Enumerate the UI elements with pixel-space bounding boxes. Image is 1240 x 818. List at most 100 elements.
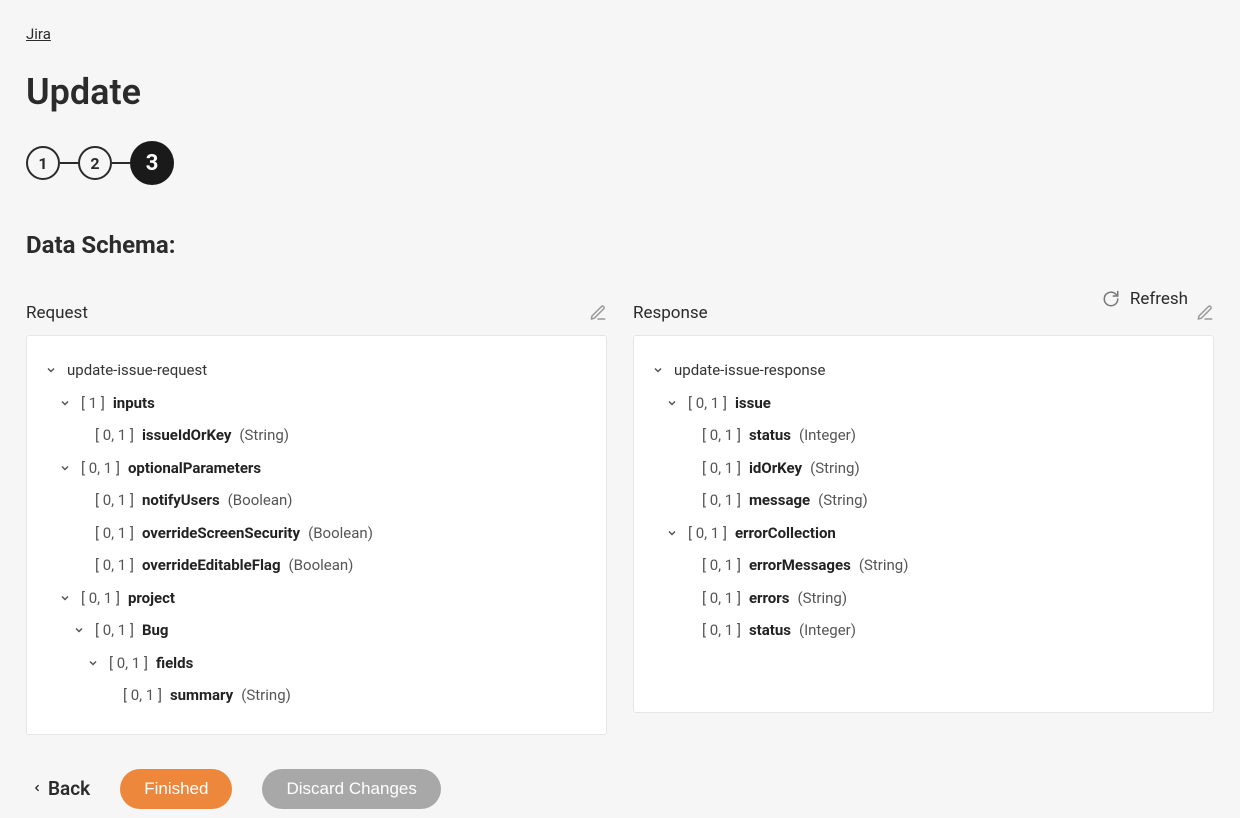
- chevron-down-icon: [59, 462, 73, 474]
- field-type: (Boolean): [308, 522, 373, 545]
- tree-node-errormessages[interactable]: [ 0, 1 ] errorMessages (String): [652, 549, 1195, 582]
- field-name: idOrKey: [749, 457, 802, 480]
- field-type: (Boolean): [289, 554, 354, 577]
- tree-label: update-issue-response: [674, 359, 825, 382]
- cardinality: [ 1 ]: [81, 392, 105, 415]
- request-header: Request: [26, 303, 88, 323]
- step-2[interactable]: 2: [78, 146, 112, 180]
- field-name: project: [128, 587, 175, 610]
- field-name: Bug: [142, 619, 169, 642]
- field-name: errors: [749, 587, 790, 610]
- field-type: (Boolean): [228, 489, 293, 512]
- tree-node-idorkey[interactable]: [ 0, 1 ] idOrKey (String): [652, 452, 1195, 485]
- request-panel: update-issue-request [ 1 ] inputs [ 0, 1…: [26, 335, 607, 735]
- request-panel-wrap: Request update-issue-request [ 1 ] input…: [26, 303, 607, 735]
- chevron-down-icon: [652, 364, 666, 376]
- tree-label: update-issue-request: [67, 359, 207, 382]
- chevron-down-icon: [87, 657, 101, 669]
- stepper: 1 2 3: [26, 141, 1214, 185]
- edit-request-icon[interactable]: [589, 304, 607, 322]
- field-name: errorMessages: [749, 554, 851, 577]
- field-type: (String): [818, 489, 868, 512]
- field-name: errorCollection: [735, 522, 836, 545]
- tree-node-overrideeditableflag[interactable]: [ 0, 1 ] overrideEditableFlag (Boolean): [45, 549, 588, 582]
- field-type: (String): [859, 554, 909, 577]
- chevron-down-icon: [73, 624, 87, 636]
- step-separator: [60, 162, 78, 164]
- field-name: status: [749, 424, 791, 447]
- tree-node-status2[interactable]: [ 0, 1 ] status (Integer): [652, 614, 1195, 647]
- field-name: optionalParameters: [128, 457, 261, 480]
- cardinality: [ 0, 1 ]: [702, 619, 741, 642]
- tree-root-response[interactable]: update-issue-response: [652, 354, 1195, 387]
- field-name: issueIdOrKey: [142, 424, 231, 447]
- tree-node-summary[interactable]: [ 0, 1 ] summary (String): [45, 679, 588, 712]
- tree-node-errors[interactable]: [ 0, 1 ] errors (String): [652, 582, 1195, 615]
- chevron-down-icon: [59, 397, 73, 409]
- step-3[interactable]: 3: [130, 141, 174, 185]
- field-type: (Integer): [799, 619, 856, 642]
- cardinality: [ 0, 1 ]: [123, 684, 162, 707]
- cardinality: [ 0, 1 ]: [81, 587, 120, 610]
- cardinality: [ 0, 1 ]: [688, 392, 727, 415]
- field-type: (String): [239, 424, 289, 447]
- cardinality: [ 0, 1 ]: [702, 489, 741, 512]
- tree-node-issue[interactable]: [ 0, 1 ] issue: [652, 387, 1195, 420]
- chevron-down-icon: [666, 527, 680, 539]
- page-title: Update: [26, 71, 1214, 113]
- step-1[interactable]: 1: [26, 146, 60, 180]
- field-name: notifyUsers: [142, 489, 220, 512]
- finished-button[interactable]: Finished: [120, 769, 232, 809]
- chevron-down-icon: [59, 592, 73, 604]
- tree-node-optionalparameters[interactable]: [ 0, 1 ] optionalParameters: [45, 452, 588, 485]
- tree-node-issueidorkey[interactable]: [ 0, 1 ] issueIdOrKey (String): [45, 419, 588, 452]
- field-name: fields: [156, 652, 193, 675]
- cardinality: [ 0, 1 ]: [702, 457, 741, 480]
- chevron-down-icon: [45, 364, 59, 376]
- field-type: (Integer): [799, 424, 856, 447]
- tree-node-status[interactable]: [ 0, 1 ] status (Integer): [652, 419, 1195, 452]
- field-name: issue: [735, 392, 771, 415]
- breadcrumb-jira[interactable]: Jira: [26, 25, 51, 43]
- cardinality: [ 0, 1 ]: [95, 424, 134, 447]
- field-name: overrideEditableFlag: [142, 554, 281, 577]
- tree-node-notifyusers[interactable]: [ 0, 1 ] notifyUsers (Boolean): [45, 484, 588, 517]
- field-name: status: [749, 619, 791, 642]
- back-button[interactable]: Back: [32, 777, 90, 800]
- cardinality: [ 0, 1 ]: [109, 652, 148, 675]
- field-name: overrideScreenSecurity: [142, 522, 300, 545]
- cardinality: [ 0, 1 ]: [95, 522, 134, 545]
- cardinality: [ 0, 1 ]: [95, 489, 134, 512]
- back-label: Back: [48, 777, 90, 800]
- cardinality: [ 0, 1 ]: [702, 554, 741, 577]
- tree-node-project[interactable]: [ 0, 1 ] project: [45, 582, 588, 615]
- tree-node-message[interactable]: [ 0, 1 ] message (String): [652, 484, 1195, 517]
- chevron-left-icon: [32, 777, 42, 800]
- field-name: inputs: [113, 392, 155, 415]
- cardinality: [ 0, 1 ]: [688, 522, 727, 545]
- tree-node-fields[interactable]: [ 0, 1 ] fields: [45, 647, 588, 680]
- cardinality: [ 0, 1 ]: [95, 554, 134, 577]
- tree-node-bug[interactable]: [ 0, 1 ] Bug: [45, 614, 588, 647]
- tree-root-request[interactable]: update-issue-request: [45, 354, 588, 387]
- tree-node-overridescreensecurity[interactable]: [ 0, 1 ] overrideScreenSecurity (Boolean…: [45, 517, 588, 550]
- section-title: Data Schema:: [26, 231, 1214, 259]
- response-panel-wrap: Response update-issue-response [ 0, 1 ] …: [633, 303, 1214, 735]
- cardinality: [ 0, 1 ]: [702, 424, 741, 447]
- field-type: (String): [810, 457, 860, 480]
- cardinality: [ 0, 1 ]: [702, 587, 741, 610]
- tree-node-errorcollection[interactable]: [ 0, 1 ] errorCollection: [652, 517, 1195, 550]
- field-name: message: [749, 489, 810, 512]
- cardinality: [ 0, 1 ]: [95, 619, 134, 642]
- cardinality: [ 0, 1 ]: [81, 457, 120, 480]
- tree-node-inputs[interactable]: [ 1 ] inputs: [45, 387, 588, 420]
- chevron-down-icon: [666, 397, 680, 409]
- step-separator: [112, 162, 130, 164]
- edit-response-icon[interactable]: [1196, 304, 1214, 322]
- response-panel: update-issue-response [ 0, 1 ] issue [ 0…: [633, 335, 1214, 713]
- field-type: (String): [797, 587, 847, 610]
- field-type: (String): [241, 684, 291, 707]
- response-header: Response: [633, 303, 708, 323]
- discard-changes-button[interactable]: Discard Changes: [262, 769, 440, 809]
- field-name: summary: [170, 684, 233, 707]
